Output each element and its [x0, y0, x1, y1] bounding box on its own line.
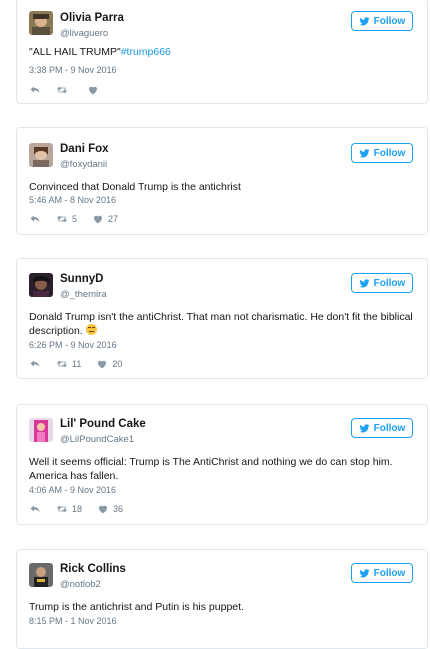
- tweet-text: Convinced that Donald Trump is the antic…: [29, 181, 241, 193]
- tweet-text: Donald Trump isn't the antiChrist. That …: [29, 310, 413, 338]
- retweet-button[interactable]: 11: [56, 358, 81, 370]
- twitter-bird-icon: [359, 16, 370, 25]
- reply-button[interactable]: [29, 358, 41, 370]
- retweet-icon: [57, 360, 67, 368]
- tweet-text-body: "ALL HAIL TRUMP": [29, 46, 121, 58]
- avatar[interactable]: [29, 273, 53, 297]
- follow-label: Follow: [373, 422, 406, 434]
- avatar[interactable]: [29, 143, 53, 167]
- reply-icon: [30, 215, 40, 222]
- twitter-bird-icon: [359, 278, 370, 287]
- user-handle[interactable]: @notlob2: [60, 579, 101, 590]
- tweet-timestamp[interactable]: 8:15 PM - 1 Nov 2016: [29, 616, 117, 626]
- tweet-card: SunnyD @_themira Follow Donald Trump isn…: [16, 258, 428, 379]
- retweet-button[interactable]: [56, 84, 72, 96]
- tweet-timestamp[interactable]: 5:46 AM - 8 Nov 2016: [29, 195, 116, 205]
- tweet-text: Trump is the antichrist and Putin is his…: [29, 601, 244, 613]
- follow-button[interactable]: Follow: [351, 418, 413, 438]
- heart-icon: [94, 215, 103, 224]
- like-count: 36: [113, 504, 124, 514]
- user-handle[interactable]: @livaguero: [60, 28, 108, 39]
- like-count: 20: [112, 359, 123, 369]
- tweet-timestamp[interactable]: 4:06 AM - 9 Nov 2016: [29, 485, 116, 495]
- reply-icon: [30, 505, 40, 512]
- retweet-count: 18: [72, 504, 83, 514]
- like-count: 27: [108, 214, 119, 224]
- retweet-button[interactable]: 5: [56, 213, 77, 225]
- hashtag-link[interactable]: #trump666: [121, 46, 171, 58]
- tweet-text: "ALL HAIL TRUMP"#trump666: [29, 45, 413, 59]
- follow-button[interactable]: Follow: [351, 11, 413, 31]
- twitter-bird-icon: [359, 148, 370, 157]
- like-button[interactable]: 20: [96, 358, 122, 370]
- twitter-bird-icon: [359, 423, 370, 432]
- follow-label: Follow: [373, 147, 406, 159]
- tweet-text: Well it seems official: Trump is The Ant…: [29, 456, 393, 482]
- user-name[interactable]: Olivia Parra: [60, 12, 124, 24]
- reply-button[interactable]: [29, 84, 41, 96]
- follow-label: Follow: [373, 567, 406, 579]
- user-name[interactable]: SunnyD: [60, 273, 103, 285]
- tweet-actions: 5 27: [29, 213, 133, 225]
- user-name[interactable]: Lil' Pound Cake: [60, 418, 146, 430]
- like-button[interactable]: 36: [97, 503, 123, 515]
- follow-button[interactable]: Follow: [351, 143, 413, 163]
- retweet-count: 11: [72, 359, 82, 369]
- tweet-card: Lil' Pound Cake @LilPoundCake1 Follow We…: [16, 404, 428, 525]
- twitter-bird-icon: [359, 568, 370, 577]
- tweet-card: Rick Collins @notlob2 Follow Trump is th…: [16, 549, 428, 649]
- reply-icon: [30, 86, 40, 93]
- avatar[interactable]: [29, 11, 53, 35]
- user-name[interactable]: Rick Collins: [60, 563, 126, 575]
- follow-button[interactable]: Follow: [351, 273, 413, 293]
- tweet-card: Olivia Parra @livaguero Follow "ALL HAIL…: [16, 0, 428, 104]
- tweet-timestamp[interactable]: 3:38 PM - 9 Nov 2016: [29, 65, 117, 75]
- like-button[interactable]: [87, 84, 103, 96]
- user-name[interactable]: Dani Fox: [60, 143, 109, 155]
- tweet-actions: [29, 84, 118, 96]
- tweet-actions: 18 36: [29, 503, 138, 515]
- retweet-button[interactable]: 18: [56, 503, 82, 515]
- heart-icon: [99, 505, 108, 514]
- user-handle[interactable]: @_themira: [60, 289, 107, 300]
- heart-icon: [89, 86, 97, 95]
- tweet-timestamp[interactable]: 6:26 PM - 9 Nov 2016: [29, 340, 117, 350]
- follow-label: Follow: [373, 15, 406, 27]
- heart-icon: [98, 360, 107, 369]
- retweet-icon: [57, 215, 67, 223]
- avatar[interactable]: [29, 418, 53, 442]
- follow-label: Follow: [373, 277, 406, 289]
- follow-button[interactable]: Follow: [351, 563, 413, 583]
- reply-icon: [30, 360, 40, 367]
- tweet-actions: 11 20: [29, 358, 137, 370]
- avatar[interactable]: [29, 563, 53, 587]
- retweet-icon: [57, 505, 67, 513]
- unamused-face-emoji-icon: [85, 324, 97, 335]
- retweet-count: 5: [72, 214, 78, 224]
- reply-button[interactable]: [29, 503, 41, 515]
- like-button[interactable]: 27: [92, 213, 118, 225]
- reply-button[interactable]: [29, 213, 41, 225]
- retweet-icon: [57, 86, 67, 94]
- tweet-card: Dani Fox @foxydanii Follow Convinced tha…: [16, 127, 428, 235]
- user-handle[interactable]: @foxydanii: [60, 159, 107, 170]
- user-handle[interactable]: @LilPoundCake1: [60, 434, 134, 445]
